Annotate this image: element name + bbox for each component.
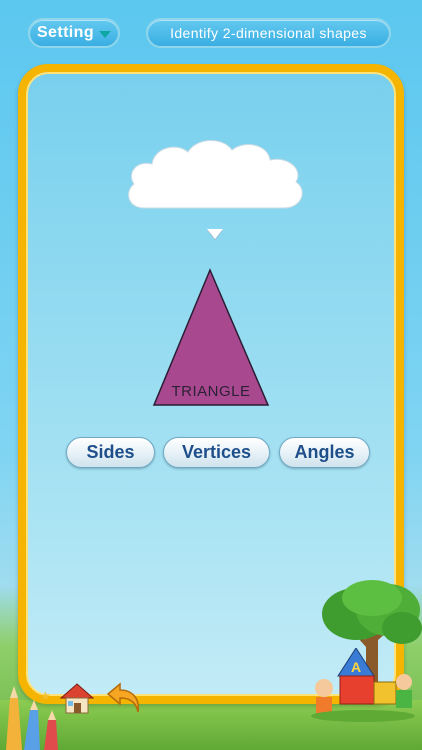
back-arrow-icon[interactable] <box>106 680 142 714</box>
angles-button[interactable]: Angles <box>279 437 370 468</box>
sides-button[interactable]: Sides <box>66 437 155 468</box>
kids-with-blocks-illustration: A <box>311 648 415 722</box>
setting-button[interactable]: Setting <box>28 18 120 48</box>
down-triangle-marker <box>207 229 223 239</box>
chevron-down-icon <box>99 30 112 38</box>
topic-title: Identify 2-dimensional shapes <box>146 18 391 48</box>
top-bar: Setting Identify 2-dimensional shapes <box>0 0 422 64</box>
shape-name-label: TRIANGLE <box>171 383 251 400</box>
setting-label: Setting <box>36 24 95 41</box>
topic-label: Identify 2-dimensional shapes <box>170 25 367 41</box>
vertices-button[interactable]: Vertices <box>163 437 270 468</box>
svg-text:A: A <box>351 659 361 675</box>
home-icon[interactable] <box>60 682 94 714</box>
svg-text:★: ★ <box>40 689 51 703</box>
cloud-speech-bubble <box>128 140 303 209</box>
